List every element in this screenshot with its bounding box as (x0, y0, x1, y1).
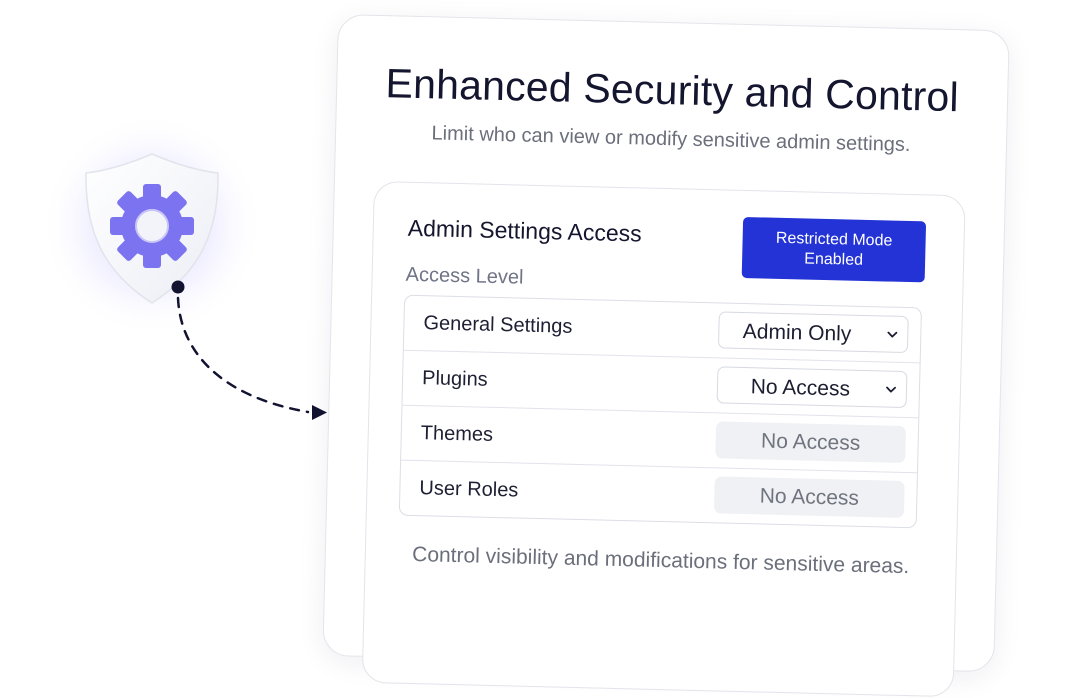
chevron-down-icon (887, 331, 898, 338)
admin-access-panel: Admin Settings Access Restricted Mode En… (361, 180, 966, 698)
general-settings-select[interactable]: Admin Only (717, 311, 909, 354)
user-roles-access-value: No Access (713, 476, 905, 518)
themes-access-value: No Access (715, 421, 907, 463)
row-label: General Settings (423, 311, 573, 338)
scene: Enhanced Security and Control Limit who … (0, 0, 1065, 698)
gear-icon (110, 184, 194, 268)
access-value: No Access (759, 483, 860, 510)
decoration (40, 113, 327, 420)
select-value: No Access (750, 375, 851, 401)
row-label: Themes (420, 421, 494, 446)
restricted-mode-badge[interactable]: Restricted Mode Enabled (741, 216, 927, 283)
table-row-user-roles: User Roles No Access (400, 461, 917, 528)
select-value: Admin Only (742, 319, 852, 346)
page-title: Enhanced Security and Control (385, 60, 960, 121)
plugins-select[interactable]: No Access (716, 366, 908, 409)
access-table: General Settings Admin Only Plugins No A… (398, 294, 923, 529)
row-label: User Roles (419, 476, 519, 502)
panel-title: Admin Settings Access (407, 214, 642, 247)
page-subtitle: Limit who can view or modify sensitive a… (431, 122, 911, 157)
badge-label: Restricted Mode Enabled (775, 229, 893, 269)
row-label: Plugins (421, 366, 488, 391)
access-level-label: Access Level (405, 263, 524, 289)
security-card: Enhanced Security and Control Limit who … (322, 14, 1010, 698)
chevron-down-icon (886, 386, 896, 393)
access-value: No Access (760, 428, 861, 455)
security-card-wrapper: Enhanced Security and Control Limit who … (322, 14, 1010, 698)
